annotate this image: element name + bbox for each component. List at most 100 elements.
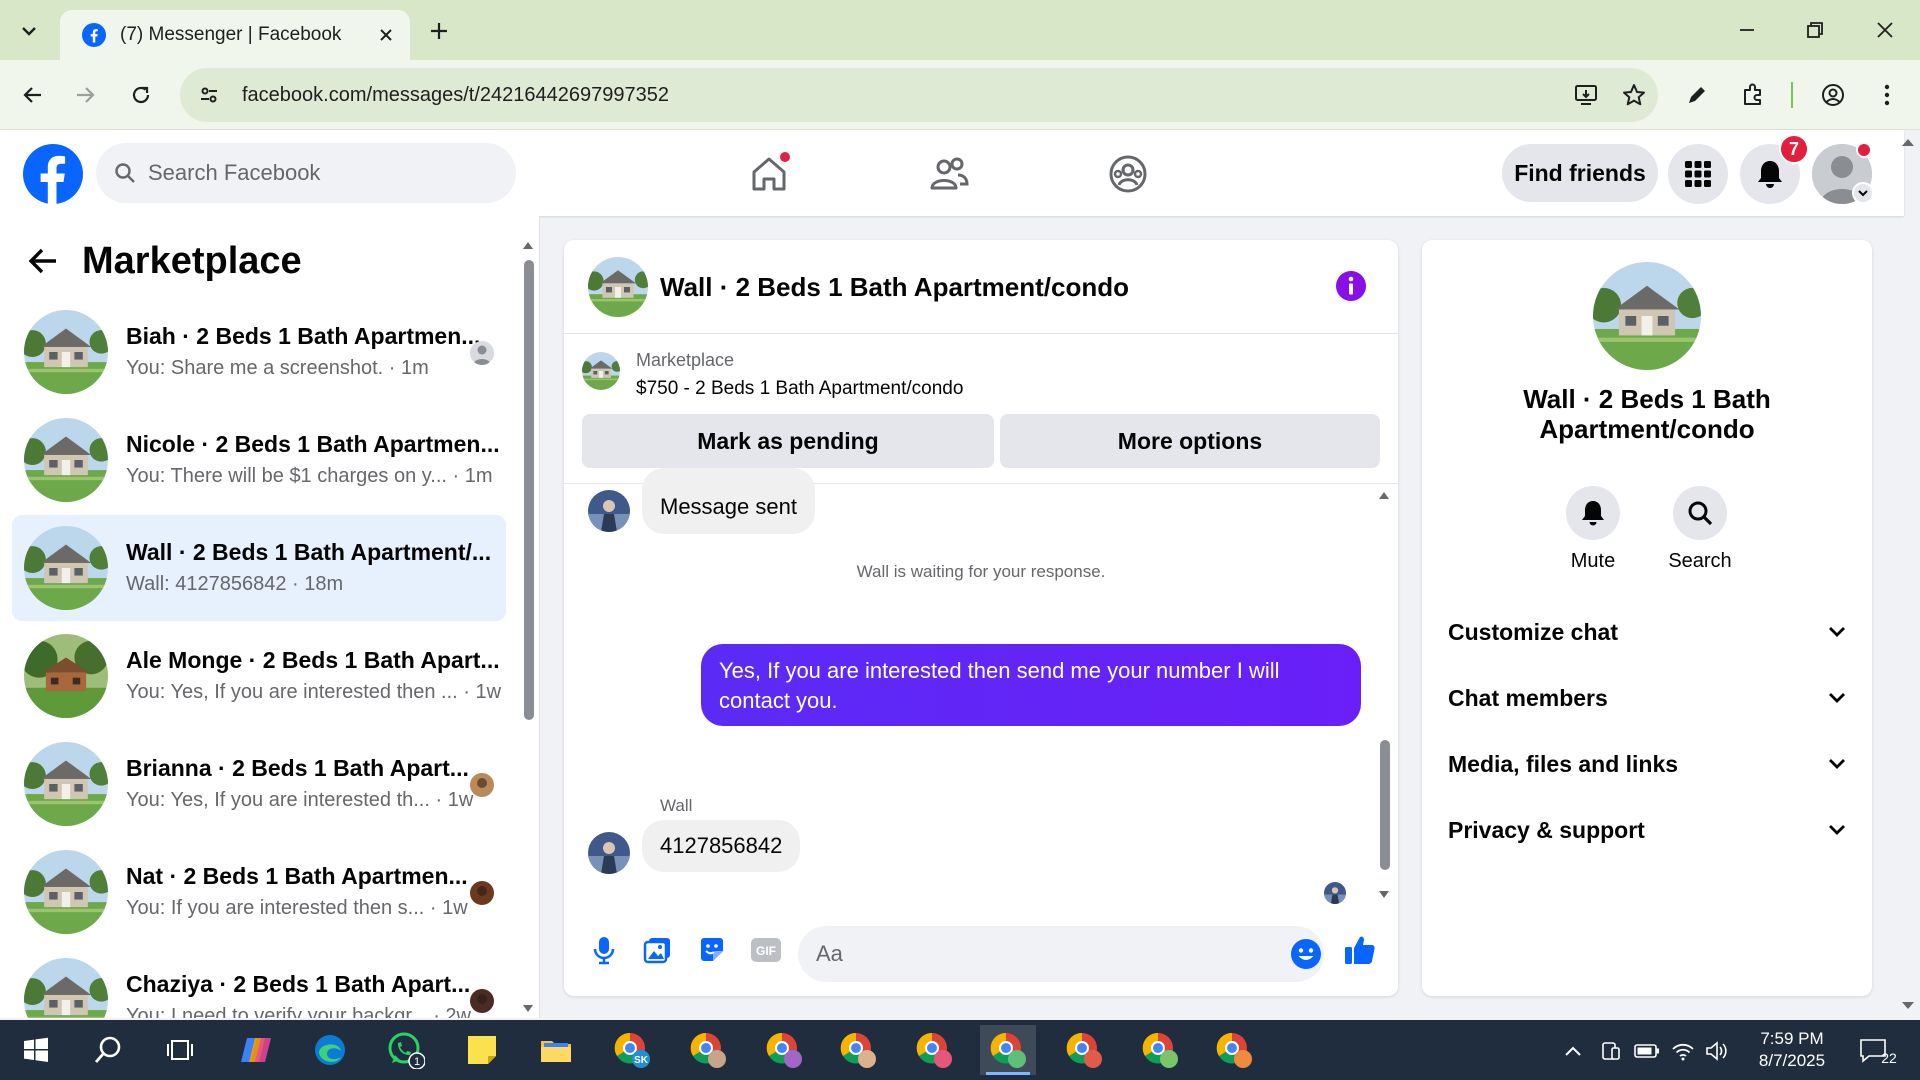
seen-avatar	[470, 989, 494, 1013]
chrome-profile-5[interactable]	[906, 1025, 962, 1075]
device-icon[interactable]	[1596, 1036, 1626, 1066]
search-icon	[115, 163, 135, 183]
sticky-notes-app[interactable]	[454, 1025, 510, 1075]
chrome-profile-4[interactable]	[830, 1025, 886, 1075]
more-options-button[interactable]: More options	[1000, 414, 1380, 468]
taskbar-search-button[interactable]	[80, 1025, 136, 1075]
facebook-search-box[interactable]	[96, 143, 516, 203]
chrome-profile-9[interactable]	[1206, 1025, 1262, 1075]
chrome-profile-8[interactable]	[1132, 1025, 1188, 1075]
profile-icon[interactable]	[1812, 74, 1854, 116]
microphone-icon[interactable]	[584, 930, 624, 970]
mark-as-pending-button[interactable]: Mark as pending	[582, 414, 994, 468]
bookmark-star-icon[interactable]	[1610, 71, 1658, 119]
new-tab-button[interactable]	[422, 14, 456, 48]
chrome-profile-sk[interactable]: SK	[604, 1025, 660, 1075]
customize-chat-row[interactable]: Customize chat	[1436, 604, 1858, 660]
chevron-down-icon	[1829, 759, 1845, 769]
privacy-support-row[interactable]: Privacy & support	[1436, 802, 1858, 858]
find-friends-button[interactable]: Find friends	[1502, 144, 1658, 202]
mute-button[interactable]: Mute	[1548, 486, 1638, 573]
back-button[interactable]	[12, 74, 54, 116]
page-scroll-down-icon[interactable]	[1900, 1000, 1916, 1012]
nav-friends[interactable]	[914, 144, 984, 204]
taskbar-clock[interactable]: 7:59 PM 8/7/2025	[1740, 1028, 1844, 1072]
gif-icon[interactable]: GIF	[746, 930, 786, 970]
message-input[interactable]	[816, 941, 1256, 967]
chat-avatar[interactable]	[588, 257, 648, 317]
reload-button[interactable]	[120, 74, 162, 116]
conversation-item[interactable]: Chaziya · 2 Beds 1 Bath Apart... You: I n…	[12, 947, 506, 1018]
nav-groups[interactable]	[1093, 144, 1163, 204]
sticker-icon[interactable]	[692, 930, 732, 970]
back-arrow-icon[interactable]	[28, 247, 58, 275]
site-info-icon[interactable]	[186, 72, 232, 118]
page-scroll-up-icon[interactable]	[1900, 136, 1916, 148]
message-input-box[interactable]	[798, 926, 1324, 982]
tab-search-button[interactable]	[12, 14, 46, 48]
scroll-up-arrow-icon	[1379, 492, 1389, 499]
chat-title[interactable]: Wall · 2 Beds 1 Bath Apartment/condo	[660, 272, 1129, 303]
notification-center-button[interactable]: 22	[1858, 1036, 1902, 1066]
message-bubble[interactable]: Message sent	[642, 468, 815, 534]
chat-members-row[interactable]: Chat members	[1436, 670, 1858, 726]
conversation-item[interactable]: Nat · 2 Beds 1 Bath Apartmen... You: If y…	[12, 839, 506, 945]
nav-home[interactable]	[734, 144, 804, 204]
edge-app[interactable]	[302, 1025, 358, 1075]
start-button[interactable]	[8, 1025, 64, 1075]
close-icon	[1877, 22, 1893, 38]
message-scrollbar[interactable]	[1376, 484, 1392, 904]
minimize-button[interactable]	[1722, 10, 1772, 50]
search-in-chat-button[interactable]: Search	[1655, 486, 1745, 573]
account-chevron-icon[interactable]	[1852, 182, 1874, 204]
close-window-button[interactable]	[1860, 10, 1910, 50]
conversation-item[interactable]: Brianna · 2 Beds 1 Bath Apart... You: Yes…	[12, 731, 506, 837]
conversation-item[interactable]: Wall · 2 Beds 1 Bath Apartment/... Wall: …	[12, 515, 506, 621]
emoji-icon[interactable]	[1286, 934, 1326, 974]
url-text[interactable]: facebook.com/messages/t/2421644269799735…	[242, 84, 1562, 107]
chrome-profile-active[interactable]	[980, 1025, 1036, 1075]
sender-avatar[interactable]	[588, 490, 630, 532]
forward-button[interactable]	[64, 74, 106, 116]
install-app-icon[interactable]	[1562, 71, 1610, 119]
media-files-links-row[interactable]: Media, files and links	[1436, 736, 1858, 792]
extensions-icon[interactable]	[1732, 74, 1774, 116]
facebook-logo-icon[interactable]	[22, 143, 84, 205]
chat-list-scroll-thumb[interactable]	[524, 260, 534, 720]
listing-price-title[interactable]: $750 - 2 Beds 1 Bath Apartment/condo	[636, 378, 963, 400]
volume-icon[interactable]	[1702, 1036, 1732, 1066]
photo-icon[interactable]	[638, 930, 678, 970]
conversation-item[interactable]: Biah · 2 Beds 1 Bath Apartmen... You: Sha…	[12, 299, 506, 405]
incoming-message-bubble[interactable]: 4127856842	[642, 820, 801, 872]
task-view-button[interactable]	[152, 1025, 208, 1075]
battery-icon[interactable]	[1632, 1036, 1662, 1066]
chrome-profile-2[interactable]	[680, 1025, 736, 1075]
thumbs-up-icon[interactable]	[1340, 930, 1380, 970]
menu-button[interactable]	[1668, 144, 1728, 204]
listing-thumbnail[interactable]	[582, 352, 620, 390]
friends-icon	[930, 157, 969, 190]
chat-list-scrollbar[interactable]	[522, 240, 534, 1014]
browser-tab[interactable]: (7) Messenger | Facebook	[60, 10, 410, 60]
details-avatar[interactable]	[1593, 262, 1701, 370]
info-icon[interactable]	[1334, 269, 1368, 303]
message-scroll-thumb[interactable]	[1380, 740, 1390, 870]
browser-menu-icon[interactable]	[1866, 74, 1908, 116]
pen-icon[interactable]	[1676, 74, 1718, 116]
chrome-profile-3[interactable]	[756, 1025, 812, 1075]
conversation-item[interactable]: Nicole · 2 Beds 1 Bath Apartmen... You: T…	[12, 407, 506, 513]
file-explorer-app[interactable]	[528, 1025, 584, 1075]
address-bar[interactable]: facebook.com/messages/t/2421644269799735…	[180, 68, 1658, 122]
tab-close-icon[interactable]	[374, 23, 398, 47]
whatsapp-app[interactable]: 1	[378, 1025, 434, 1075]
wifi-icon[interactable]	[1668, 1036, 1698, 1066]
facebook-search-input[interactable]	[148, 160, 488, 186]
copilot-app[interactable]	[228, 1025, 284, 1075]
sender-avatar[interactable]	[588, 832, 630, 874]
home-icon	[752, 152, 790, 191]
restore-button[interactable]	[1790, 10, 1840, 50]
conversation-item[interactable]: Ale Monge · 2 Beds 1 Bath Apart... You: Y…	[12, 623, 506, 729]
show-hidden-icons-icon[interactable]	[1558, 1036, 1588, 1066]
chrome-profile-7[interactable]	[1056, 1025, 1112, 1075]
outgoing-message-bubble[interactable]: Yes, If you are interested then send me …	[701, 644, 1361, 726]
